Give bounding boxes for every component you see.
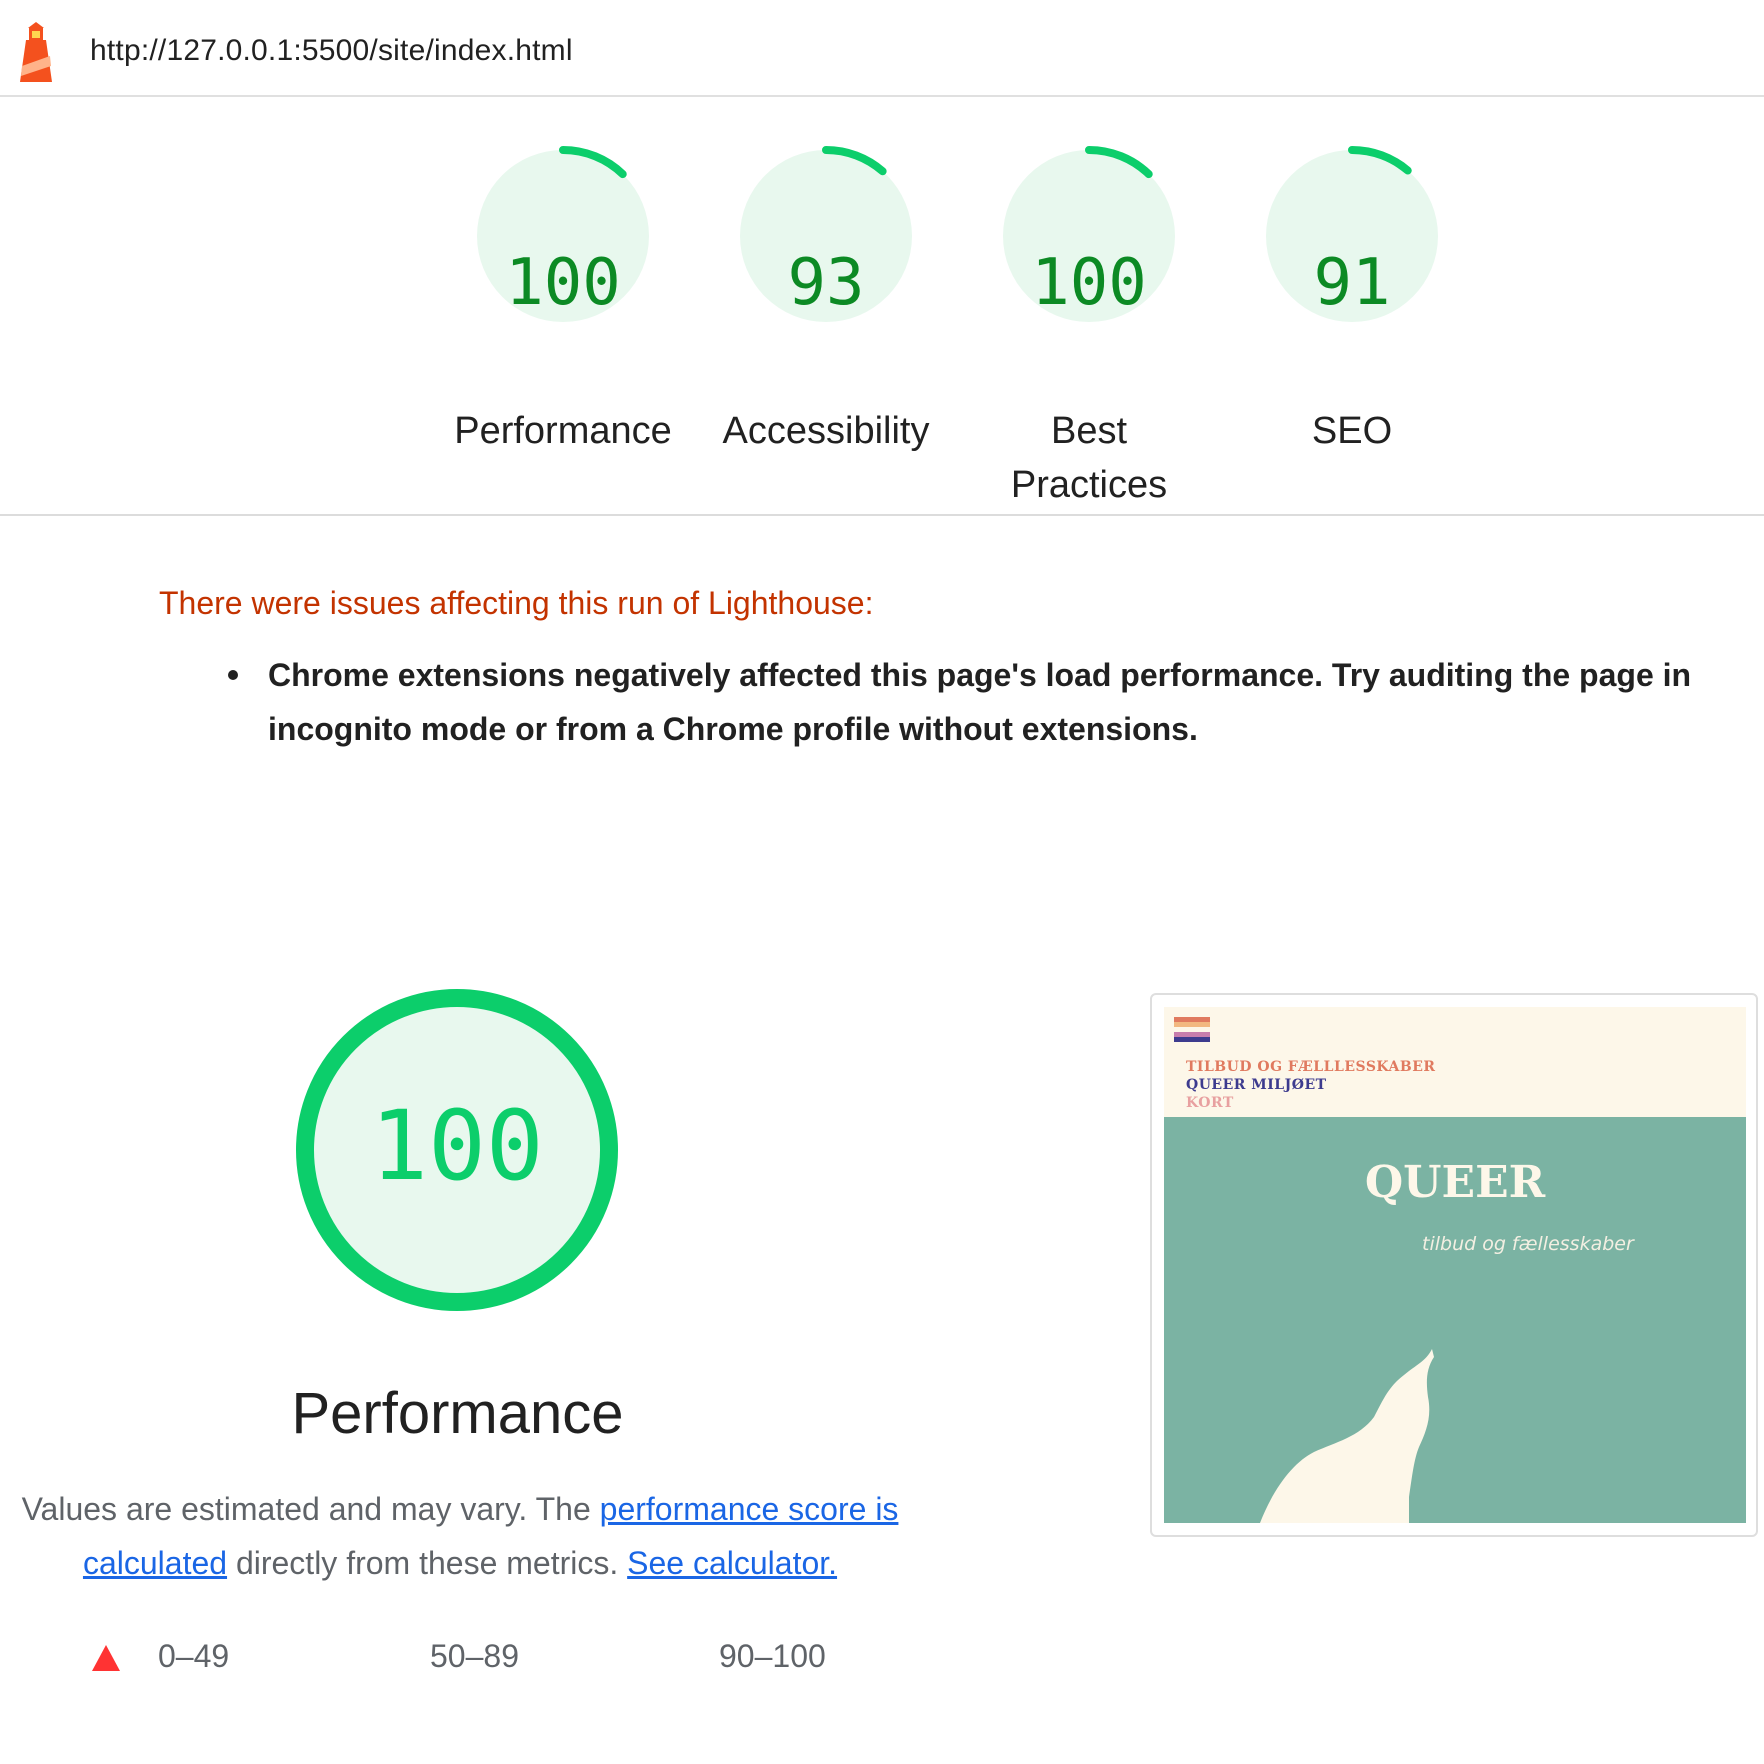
bullet-icon [228,670,238,680]
performance-description: Values are estimated and may vary. The p… [20,1482,900,1590]
gauge-score: 93 [787,246,865,320]
report-url[interactable]: http://127.0.0.1:5500/site/index.html [90,34,573,68]
gauge-score: 100 [505,246,621,320]
category-gauges: 100 Performance 93 Accessibility 100 Bes… [0,96,1764,516]
pride-flag-icon [1174,1017,1210,1042]
screenshot-nav-community: QUEER MILJØET [1186,1077,1327,1093]
screenshot-image: TILBUD OG FÆLLLESSKABER QUEER MILJØET KO… [1164,1007,1746,1523]
fail-triangle-icon [92,1645,120,1671]
lighthouse-icon [20,22,52,82]
legend-pass: 90–100 [719,1638,826,1674]
performance-score: 100 [370,1090,544,1202]
screenshot-nav-map: KORT [1186,1095,1234,1111]
gauge-label: SEO [1311,410,1393,452]
screenshot-subtitle: tilbud og fællesskaber [1422,1233,1634,1255]
gauge-seo[interactable]: 91 SEO [1222,146,1482,452]
gauge-accessibility[interactable]: 93 Accessibility [696,146,956,452]
gauge-score: 91 [1313,246,1391,320]
final-screenshot[interactable]: TILBUD OG FÆLLLESSKABER QUEER MILJØET KO… [1150,993,1758,1537]
gauge-label: Best Practices [1010,410,1168,506]
screenshot-nav-offers: TILBUD OG FÆLLLESSKABER [1186,1059,1436,1075]
screenshot-title: QUEER [1364,1157,1546,1208]
gauge-label: Performance [454,410,672,452]
desc-middle: directly from these metrics. [227,1545,628,1581]
see-calculator-link[interactable]: See calculator. [627,1545,837,1581]
legend-average: 50–89 [430,1638,519,1674]
legend-fail: 0–49 [158,1638,230,1674]
desc-prefix: Values are estimated and may vary. The [21,1491,600,1527]
performance-title: Performance [291,1381,624,1446]
gauge-label: Accessibility [722,410,930,452]
warning-item: Chrome extensions negatively affected th… [268,657,1692,747]
gauge-best-practices[interactable]: 100 Best Practices [959,146,1219,506]
gauge-performance[interactable]: 100 Performance [433,146,693,452]
gauge-score: 100 [1031,246,1147,320]
report-header: http://127.0.0.1:5500/site/index.html [0,0,1764,97]
warning-title: There were issues affecting this run of … [159,585,874,621]
